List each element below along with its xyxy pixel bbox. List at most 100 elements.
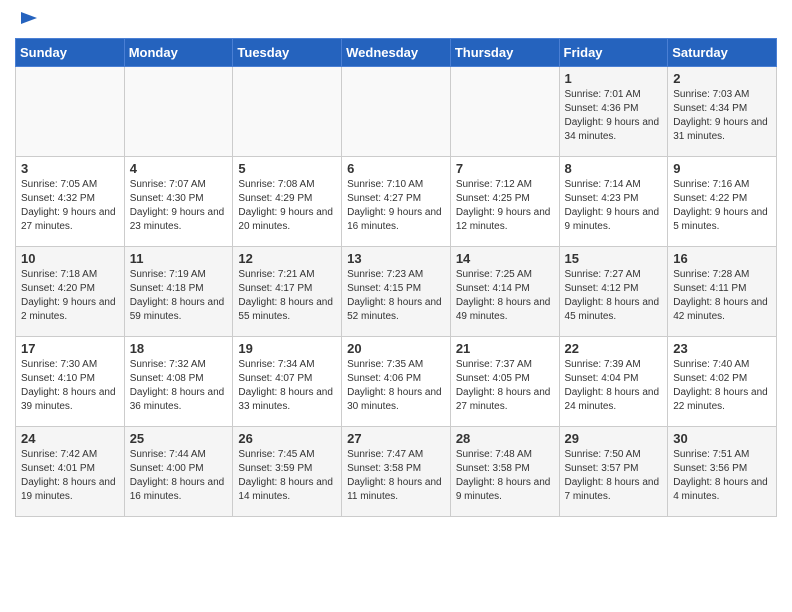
day-info: Sunrise: 7:01 AMSunset: 4:36 PMDaylight:… xyxy=(565,88,663,144)
calendar-week-row: 24 Sunrise: 7:42 AMSunset: 4:01 PMDayligh… xyxy=(16,427,777,517)
logo xyxy=(15,10,39,30)
day-info: Sunrise: 7:18 AMSunset: 4:20 PMDaylight:… xyxy=(21,268,119,324)
col-monday: Monday xyxy=(124,39,233,67)
day-info: Sunrise: 7:27 AMSunset: 4:12 PMDaylight:… xyxy=(565,268,663,324)
day-number: 14 xyxy=(456,251,554,266)
calendar-cell: 22 Sunrise: 7:39 AMSunset: 4:04 PMDayligh… xyxy=(559,337,668,427)
col-tuesday: Tuesday xyxy=(233,39,342,67)
day-info: Sunrise: 7:12 AMSunset: 4:25 PMDaylight:… xyxy=(456,178,554,234)
calendar-cell xyxy=(124,67,233,157)
calendar-cell: 21Sunrise: 7:37 AMSunset: 4:05 PMDayligh… xyxy=(450,337,559,427)
calendar-header: Sunday Monday Tuesday Wednesday Thursday… xyxy=(16,39,777,67)
day-info: Sunrise: 7:21 AMSunset: 4:17 PMDaylight:… xyxy=(238,268,336,324)
day-number: 19 xyxy=(238,341,336,356)
day-number: 8 xyxy=(565,161,663,176)
day-info: Sunrise: 7:51 AMSunset: 3:56 PMDaylight:… xyxy=(673,448,771,504)
day-number: 24 xyxy=(21,431,119,446)
day-number: 18 xyxy=(130,341,228,356)
calendar-cell xyxy=(450,67,559,157)
day-info: Sunrise: 7:34 AMSunset: 4:07 PMDaylight:… xyxy=(238,358,336,414)
day-info: Sunrise: 7:07 AMSunset: 4:30 PMDaylight:… xyxy=(130,178,228,234)
day-number: 5 xyxy=(238,161,336,176)
day-info: Sunrise: 7:03 AMSunset: 4:34 PMDaylight:… xyxy=(673,88,771,144)
calendar-cell: 16 Sunrise: 7:28 AMSunset: 4:11 PMDayligh… xyxy=(668,247,777,337)
calendar-cell: 20 Sunrise: 7:35 AMSunset: 4:06 PMDayligh… xyxy=(342,337,451,427)
col-wednesday: Wednesday xyxy=(342,39,451,67)
calendar-cell: 6 Sunrise: 7:10 AMSunset: 4:27 PMDaylight… xyxy=(342,157,451,247)
day-info: Sunrise: 7:30 AMSunset: 4:10 PMDaylight:… xyxy=(21,358,119,414)
calendar-week-row: 1 Sunrise: 7:01 AMSunset: 4:36 PMDaylight… xyxy=(16,67,777,157)
calendar-body: 1 Sunrise: 7:01 AMSunset: 4:36 PMDaylight… xyxy=(16,67,777,517)
calendar-cell: 8 Sunrise: 7:14 AMSunset: 4:23 PMDaylight… xyxy=(559,157,668,247)
day-number: 1 xyxy=(565,71,663,86)
day-info: Sunrise: 7:16 AMSunset: 4:22 PMDaylight:… xyxy=(673,178,771,234)
header xyxy=(15,10,777,30)
day-number: 22 xyxy=(565,341,663,356)
day-info: Sunrise: 7:47 AMSunset: 3:58 PMDaylight:… xyxy=(347,448,445,504)
calendar-cell: 9 Sunrise: 7:16 AMSunset: 4:22 PMDaylight… xyxy=(668,157,777,247)
day-info: Sunrise: 7:25 AMSunset: 4:14 PMDaylight:… xyxy=(456,268,554,324)
day-number: 9 xyxy=(673,161,771,176)
day-number: 16 xyxy=(673,251,771,266)
day-number: 20 xyxy=(347,341,445,356)
day-number: 7 xyxy=(456,161,554,176)
day-info: Sunrise: 7:19 AMSunset: 4:18 PMDaylight:… xyxy=(130,268,228,324)
calendar-cell: 14 Sunrise: 7:25 AMSunset: 4:14 PMDayligh… xyxy=(450,247,559,337)
day-info: Sunrise: 7:35 AMSunset: 4:06 PMDaylight:… xyxy=(347,358,445,414)
day-number: 29 xyxy=(565,431,663,446)
day-info: Sunrise: 7:14 AMSunset: 4:23 PMDaylight:… xyxy=(565,178,663,234)
day-info: Sunrise: 7:48 AMSunset: 3:58 PMDaylight:… xyxy=(456,448,554,504)
calendar-cell: 19 Sunrise: 7:34 AMSunset: 4:07 PMDayligh… xyxy=(233,337,342,427)
day-info: Sunrise: 7:40 AMSunset: 4:02 PMDaylight:… xyxy=(673,358,771,414)
day-info: Sunrise: 7:50 AMSunset: 3:57 PMDaylight:… xyxy=(565,448,663,504)
calendar-cell: 26 Sunrise: 7:45 AMSunset: 3:59 PMDayligh… xyxy=(233,427,342,517)
day-number: 11 xyxy=(130,251,228,266)
calendar-cell: 18 Sunrise: 7:32 AMSunset: 4:08 PMDayligh… xyxy=(124,337,233,427)
day-number: 13 xyxy=(347,251,445,266)
day-number: 3 xyxy=(21,161,119,176)
calendar-week-row: 17 Sunrise: 7:30 AMSunset: 4:10 PMDayligh… xyxy=(16,337,777,427)
calendar-cell xyxy=(16,67,125,157)
calendar-cell: 13Sunrise: 7:23 AMSunset: 4:15 PMDayligh… xyxy=(342,247,451,337)
col-sunday: Sunday xyxy=(16,39,125,67)
calendar-cell: 28 Sunrise: 7:48 AMSunset: 3:58 PMDayligh… xyxy=(450,427,559,517)
day-number: 4 xyxy=(130,161,228,176)
calendar-cell: 30 Sunrise: 7:51 AMSunset: 3:56 PMDayligh… xyxy=(668,427,777,517)
day-info: Sunrise: 7:10 AMSunset: 4:27 PMDaylight:… xyxy=(347,178,445,234)
day-info: Sunrise: 7:28 AMSunset: 4:11 PMDaylight:… xyxy=(673,268,771,324)
calendar-cell: 2Sunrise: 7:03 AMSunset: 4:34 PMDaylight… xyxy=(668,67,777,157)
day-number: 25 xyxy=(130,431,228,446)
calendar-cell: 24 Sunrise: 7:42 AMSunset: 4:01 PMDayligh… xyxy=(16,427,125,517)
day-number: 26 xyxy=(238,431,336,446)
calendar-cell: 11 Sunrise: 7:19 AMSunset: 4:18 PMDayligh… xyxy=(124,247,233,337)
calendar-cell: 27 Sunrise: 7:47 AMSunset: 3:58 PMDayligh… xyxy=(342,427,451,517)
day-info: Sunrise: 7:39 AMSunset: 4:04 PMDaylight:… xyxy=(565,358,663,414)
page: Sunday Monday Tuesday Wednesday Thursday… xyxy=(0,0,792,527)
calendar-cell: 15Sunrise: 7:27 AMSunset: 4:12 PMDayligh… xyxy=(559,247,668,337)
day-info: Sunrise: 7:37 AMSunset: 4:05 PMDaylight:… xyxy=(456,358,554,414)
day-number: 30 xyxy=(673,431,771,446)
calendar-cell: 1 Sunrise: 7:01 AMSunset: 4:36 PMDaylight… xyxy=(559,67,668,157)
calendar-cell: 3 Sunrise: 7:05 AMSunset: 4:32 PMDaylight… xyxy=(16,157,125,247)
day-number: 17 xyxy=(21,341,119,356)
day-info: Sunrise: 7:45 AMSunset: 3:59 PMDaylight:… xyxy=(238,448,336,504)
day-number: 6 xyxy=(347,161,445,176)
calendar-cell xyxy=(233,67,342,157)
day-info: Sunrise: 7:32 AMSunset: 4:08 PMDaylight:… xyxy=(130,358,228,414)
day-number: 10 xyxy=(21,251,119,266)
day-number: 23 xyxy=(673,341,771,356)
day-info: Sunrise: 7:05 AMSunset: 4:32 PMDaylight:… xyxy=(21,178,119,234)
day-info: Sunrise: 7:42 AMSunset: 4:01 PMDaylight:… xyxy=(21,448,119,504)
calendar-cell: 12Sunrise: 7:21 AMSunset: 4:17 PMDayligh… xyxy=(233,247,342,337)
logo-flag-icon xyxy=(17,8,39,30)
calendar-cell: 5Sunrise: 7:08 AMSunset: 4:29 PMDaylight… xyxy=(233,157,342,247)
calendar-cell: 7 Sunrise: 7:12 AMSunset: 4:25 PMDaylight… xyxy=(450,157,559,247)
calendar-cell: 10 Sunrise: 7:18 AMSunset: 4:20 PMDayligh… xyxy=(16,247,125,337)
col-saturday: Saturday xyxy=(668,39,777,67)
calendar-cell: 25Sunrise: 7:44 AMSunset: 4:00 PMDayligh… xyxy=(124,427,233,517)
calendar-cell: 29 Sunrise: 7:50 AMSunset: 3:57 PMDayligh… xyxy=(559,427,668,517)
calendar-cell: 23 Sunrise: 7:40 AMSunset: 4:02 PMDayligh… xyxy=(668,337,777,427)
calendar-cell xyxy=(342,67,451,157)
day-number: 28 xyxy=(456,431,554,446)
day-number: 27 xyxy=(347,431,445,446)
